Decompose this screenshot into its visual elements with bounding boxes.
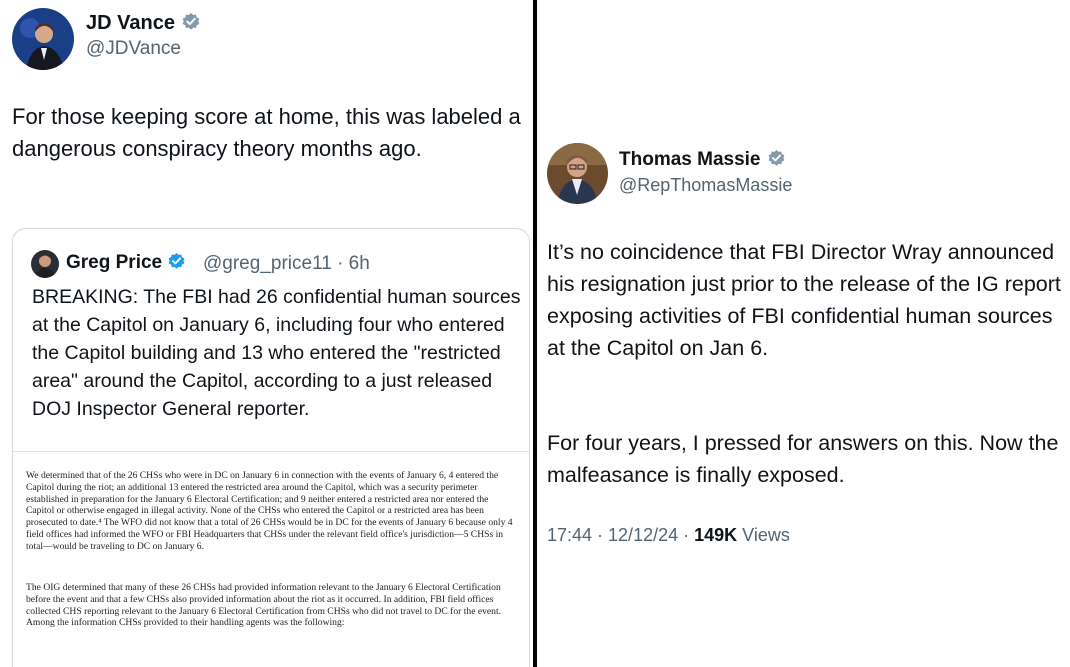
thomas-massie-avatar[interactable] <box>547 143 608 204</box>
author-handle[interactable]: @RepThomasMassie <box>619 175 792 196</box>
quoted-tweet-card[interactable]: Greg Price @greg_price11 · 6h BREAKING: … <box>12 228 530 667</box>
verified-badge-icon <box>767 149 786 174</box>
views-count: 149K <box>694 525 738 545</box>
verified-badge-icon <box>181 12 201 38</box>
tweet-text-paragraph-2: For four years, I pressed for answers on… <box>547 431 1059 487</box>
tweet-text: For those keeping score at home, this wa… <box>12 104 521 161</box>
author-name[interactable]: Thomas Massie <box>619 149 786 174</box>
tweet-text-paragraph-1: It’s no coincidence that FBI Director Wr… <box>547 240 1061 360</box>
author-name[interactable]: JD Vance <box>86 12 201 38</box>
quoted-author-handle[interactable]: @greg_price11 · 6h <box>203 253 370 275</box>
document-paragraph-1: We determined that of the 26 CHSs who we… <box>26 470 513 552</box>
quoted-document-image[interactable]: We determined that of the 26 CHSs who we… <box>13 451 529 667</box>
quoted-author-name[interactable]: Greg Price <box>66 252 186 277</box>
author-handle[interactable]: @JDVance <box>86 38 181 60</box>
blue-verified-badge-icon <box>167 252 186 277</box>
left-tweet-panel: JD Vance @JDVance For those keeping scor… <box>0 0 533 667</box>
quoted-tweet-text: BREAKING: The FBI had 26 confidential hu… <box>32 286 521 420</box>
greg-price-avatar[interactable] <box>31 250 59 278</box>
tweet-metadata: 17:44 · 12/12/24 · 149K Views <box>547 525 790 546</box>
timestamp[interactable]: 17:44 · 12/12/24 · <box>547 525 694 545</box>
views-label: Views <box>737 525 790 545</box>
document-paragraph-2: The OIG determined that many of these 26… <box>26 582 502 629</box>
right-tweet-panel: Thomas Massie @RepThomasMassie It’s no c… <box>537 0 1070 667</box>
jd-vance-avatar[interactable] <box>12 8 74 70</box>
